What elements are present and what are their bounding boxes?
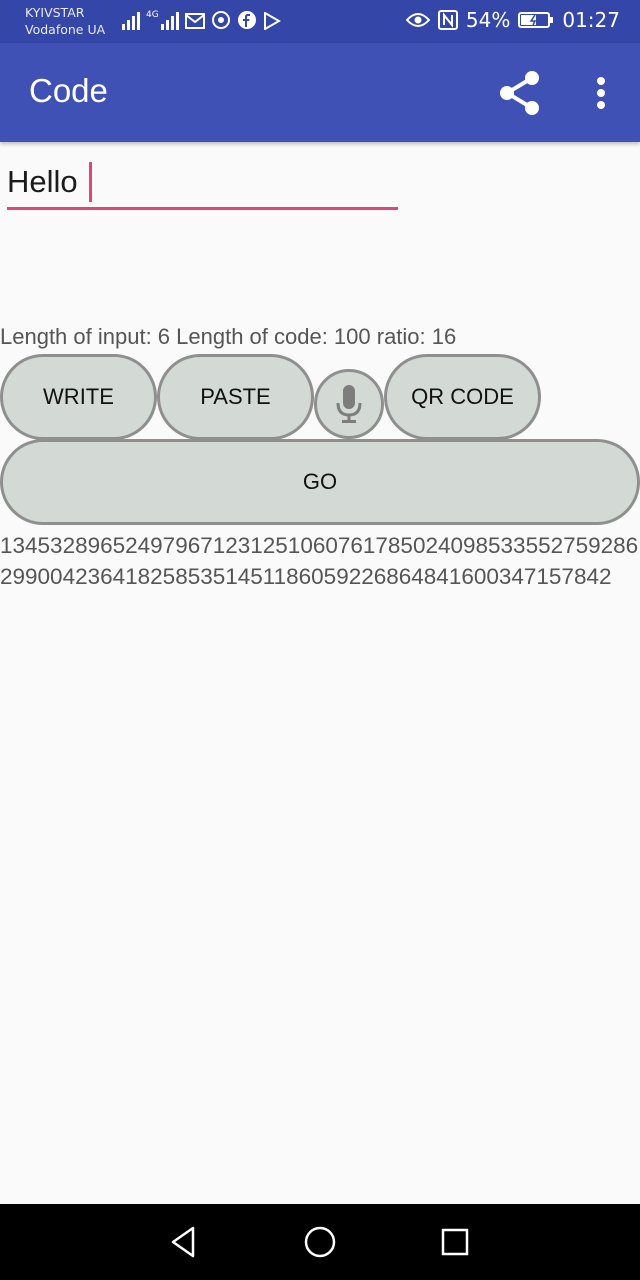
- microphone-icon: [336, 385, 362, 423]
- signal-4g-icon: 4G: [146, 10, 179, 30]
- back-icon: [171, 1226, 195, 1258]
- write-button[interactable]: WRITE: [0, 354, 157, 440]
- clock: 01:27: [562, 8, 620, 32]
- go-button[interactable]: GO: [0, 439, 640, 525]
- text-cursor: [89, 162, 92, 202]
- home-button[interactable]: [300, 1222, 340, 1262]
- home-icon: [304, 1226, 336, 1258]
- carrier-2: Vodafone UA: [25, 22, 106, 37]
- battery-percent: 54%: [465, 8, 511, 32]
- recents-button[interactable]: [435, 1222, 475, 1262]
- qr-code-button[interactable]: QR CODE: [384, 354, 541, 440]
- code-output: 1345328965249796712312510607617850240985…: [0, 533, 639, 589]
- mic-button[interactable]: [314, 369, 384, 439]
- status-right-icons: 54% 01:27: [405, 8, 620, 32]
- input-value: Hello: [7, 164, 78, 199]
- facebook-icon: [237, 11, 256, 29]
- app-bar: Code: [0, 43, 640, 142]
- recents-icon: [441, 1228, 469, 1256]
- play-store-icon: [263, 12, 281, 30]
- navigation-bar: [0, 1204, 640, 1280]
- text-input[interactable]: Hello: [7, 156, 398, 210]
- status-bar: KYIVSTAR Vodafone UA 4G 54% 01:27: [0, 0, 640, 43]
- carrier-names: KYIVSTAR Vodafone UA: [25, 4, 105, 38]
- battery-charging-icon: [518, 12, 554, 28]
- status-left-icons: 4G: [122, 10, 281, 30]
- app-title: Code: [29, 72, 108, 109]
- signal-icon: [122, 10, 140, 30]
- share-icon: [500, 71, 539, 115]
- more-vert-icon: [597, 77, 605, 109]
- overflow-menu-button[interactable]: [586, 73, 616, 113]
- eye-comfort-icon: [405, 13, 430, 27]
- nfc-icon: [437, 10, 458, 30]
- carrier-1: KYIVSTAR: [25, 5, 85, 20]
- network-type-label: 4G: [146, 10, 159, 20]
- viber-icon: [211, 11, 230, 29]
- share-button[interactable]: [494, 67, 546, 119]
- length-info: Length of input: 6 Length of code: 100 r…: [0, 324, 457, 349]
- back-button[interactable]: [163, 1222, 203, 1262]
- paste-button[interactable]: PASTE: [157, 354, 314, 440]
- gmail-icon: [184, 13, 205, 29]
